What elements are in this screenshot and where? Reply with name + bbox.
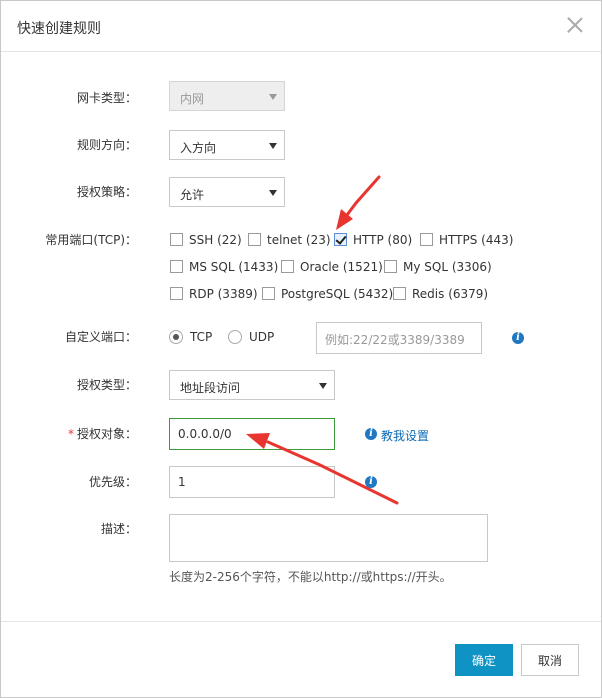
- ports-label: 常用端口(TCP)：: [45, 233, 137, 247]
- radio-label: TCP: [190, 330, 213, 344]
- close-icon[interactable]: [564, 14, 586, 36]
- port-checkbox-telnet[interactable]: telnet (23): [248, 233, 331, 247]
- radio-selected-icon[interactable]: [169, 330, 183, 344]
- auth-object-label-text: 授权对象：: [76, 427, 137, 441]
- port-checkbox-https[interactable]: HTTPS (443): [420, 233, 513, 247]
- custom-port-label: 自定义端口：: [64, 330, 137, 344]
- port-label: Oracle (1521): [300, 260, 383, 274]
- protocol-radio-udp[interactable]: UDP: [228, 330, 274, 344]
- info-icon[interactable]: i: [365, 476, 377, 488]
- checkbox-icon[interactable]: [170, 233, 183, 246]
- auth-type-value: 地址段访问: [180, 381, 241, 395]
- auth-object-label: * 授权对象：: [1, 427, 137, 441]
- port-checkbox-redis[interactable]: Redis (6379): [393, 287, 488, 301]
- auth-type-label: 授权类型：: [76, 378, 137, 392]
- checkbox-checked-icon[interactable]: [334, 233, 347, 246]
- confirm-button[interactable]: 确定: [455, 644, 513, 676]
- direction-value: 入方向: [180, 141, 217, 155]
- chevron-down-icon: [269, 190, 277, 196]
- description-textarea[interactable]: [169, 514, 488, 562]
- direction-select[interactable]: 入方向: [169, 130, 285, 160]
- port-label: telnet (23): [267, 233, 331, 247]
- required-mark: *: [67, 427, 74, 441]
- checkbox-icon[interactable]: [393, 287, 406, 300]
- port-label: PostgreSQL (5432): [281, 287, 394, 301]
- nic-type-value: 内网: [180, 92, 205, 106]
- port-label: My SQL (3306): [403, 260, 492, 274]
- port-checkbox-http[interactable]: HTTP (80): [334, 233, 412, 247]
- chevron-down-icon: [269, 94, 277, 100]
- checkbox-icon[interactable]: [262, 287, 275, 300]
- port-label: HTTP (80): [353, 233, 413, 247]
- port-checkbox-postgresql[interactable]: PostgreSQL (5432): [262, 287, 393, 301]
- policy-value: 允许: [180, 188, 205, 202]
- checkbox-icon[interactable]: [281, 260, 294, 273]
- direction-label: 规则方向：: [76, 138, 137, 152]
- quick-create-rule-dialog: 快速创建规则 网卡类型： 内网 规则方向： 入方向 授权策略： 允许 常用端口(…: [0, 0, 602, 698]
- info-icon: i: [365, 428, 377, 440]
- port-checkbox-ssh[interactable]: SSH (22): [170, 233, 242, 247]
- checkbox-icon[interactable]: [170, 287, 183, 300]
- info-icon[interactable]: i: [512, 332, 524, 344]
- nic-type-label: 网卡类型：: [76, 91, 137, 105]
- description-label: 描述：: [100, 522, 137, 536]
- checkbox-icon[interactable]: [248, 233, 261, 246]
- port-label: SSH (22): [189, 233, 242, 247]
- port-checkbox-mysql[interactable]: My SQL (3306): [384, 260, 492, 274]
- port-label: HTTPS (443): [439, 233, 514, 247]
- port-checkbox-rdp[interactable]: RDP (3389): [170, 287, 258, 301]
- help-setup-link[interactable]: 教我设置: [381, 427, 429, 444]
- chevron-down-icon: [319, 383, 327, 389]
- checkbox-icon[interactable]: [170, 260, 183, 273]
- port-checkbox-oracle[interactable]: Oracle (1521): [281, 260, 383, 274]
- custom-port-input[interactable]: 例如:22/22或3389/3389: [316, 322, 482, 354]
- port-label: Redis (6379): [412, 287, 489, 301]
- dialog-title: 快速创建规则: [17, 21, 101, 37]
- radio-label: UDP: [249, 330, 275, 344]
- cancel-button[interactable]: 取消: [521, 644, 579, 676]
- port-checkbox-mssql[interactable]: MS SQL (1433): [170, 260, 278, 274]
- auth-type-select[interactable]: 地址段访问: [169, 370, 335, 400]
- description-hint: 长度为2-256个字符，不能以http://或https://开头。: [169, 570, 452, 584]
- port-label: MS SQL (1433): [189, 260, 279, 274]
- policy-label: 授权策略：: [76, 185, 137, 199]
- priority-label: 优先级：: [88, 475, 137, 489]
- priority-input[interactable]: 1: [169, 466, 335, 498]
- port-label: RDP (3389): [189, 287, 258, 301]
- auth-object-input[interactable]: 0.0.0.0/0: [169, 418, 335, 450]
- chevron-down-icon: [269, 143, 277, 149]
- checkbox-icon[interactable]: [384, 260, 397, 273]
- nic-type-select: 内网: [169, 81, 285, 111]
- radio-icon[interactable]: [228, 330, 242, 344]
- protocol-radio-tcp[interactable]: TCP: [169, 330, 212, 344]
- policy-select[interactable]: 允许: [169, 177, 285, 207]
- dialog-footer: 确定 取消: [1, 621, 601, 698]
- dialog-header: 快速创建规则: [1, 1, 601, 52]
- checkbox-icon[interactable]: [420, 233, 433, 246]
